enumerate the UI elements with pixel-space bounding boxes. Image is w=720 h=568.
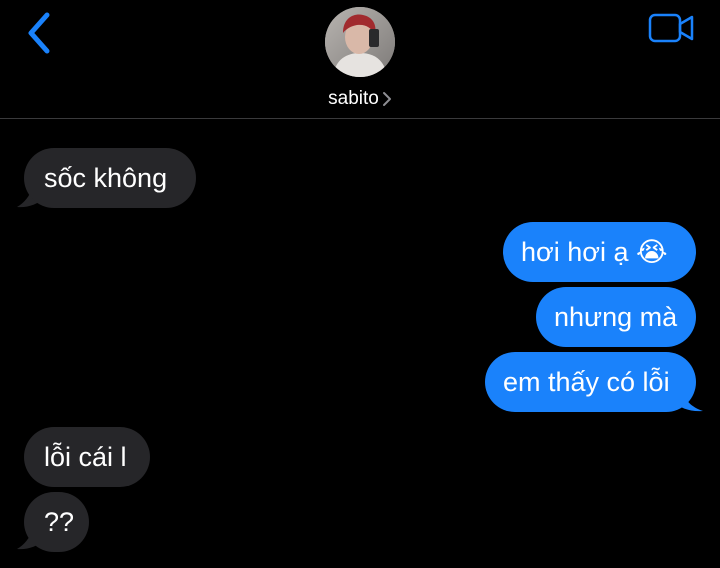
contact-avatar[interactable] [325,7,395,77]
chevron-left-icon [28,12,50,54]
message-text: nhưng mà [554,302,678,332]
video-camera-icon [648,13,694,43]
loudly-crying-face-emoji: 😭 [635,237,668,267]
message-text: lỗi cái l [44,442,127,472]
message-text: sốc không [44,163,168,193]
message-bubble-received[interactable]: sốc không [24,148,196,208]
video-call-button[interactable] [648,12,696,44]
contact-name-row: sabito [0,86,720,112]
message-bubble-sent[interactable]: nhưng mà [536,287,696,347]
contact-name: sabito [328,88,379,109]
message-bubble-received[interactable]: lỗi cái l [24,427,150,487]
back-button[interactable] [20,8,60,58]
message-bubble-sent[interactable]: em thấy có lỗi [485,352,696,412]
contact-info-link[interactable]: sabito [328,86,392,112]
message-text: ?? [44,507,75,537]
conversation-header: sabito [0,0,720,119]
message-text: hơi hơi ạ [521,237,629,267]
message-bubble-sent[interactable]: hơi hơi ạ 😭 [503,222,696,282]
message-text: em thấy có lỗi [503,367,670,397]
chevron-right-icon [382,92,391,106]
message-bubble-received[interactable]: ?? [24,492,89,552]
conversation-screen: sabito sốc không hơi hơi ạ 😭 nhưng mà em… [0,0,720,568]
avatar-photo [325,7,395,77]
